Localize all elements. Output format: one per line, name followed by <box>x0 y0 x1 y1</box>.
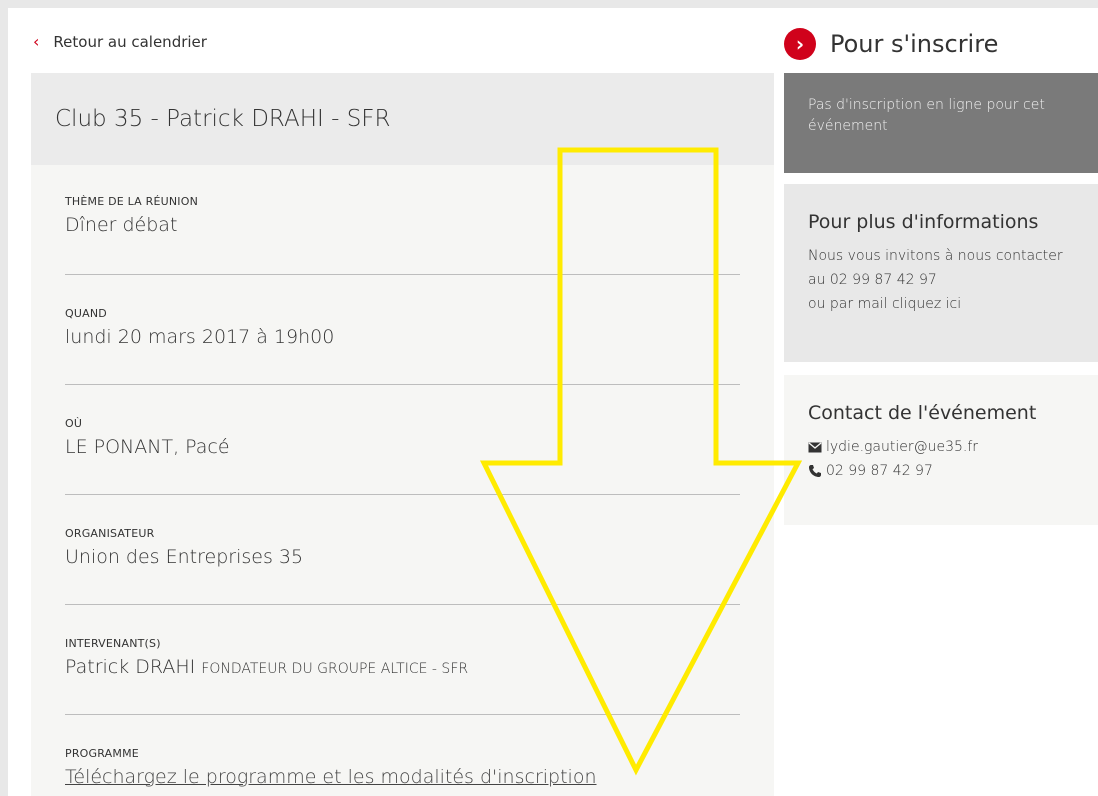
field-label: PROGRAMME <box>65 747 139 760</box>
event-header: Club 35 - Patrick DRAHI - SFR <box>31 73 774 165</box>
field-label: QUAND <box>65 307 107 320</box>
event-title: Club 35 - Patrick DRAHI - SFR <box>55 106 391 132</box>
field-label: OÙ <box>65 417 83 430</box>
field-where: OÙ LE PONANT, Pacé <box>65 385 740 495</box>
field-value: Dîner débat <box>65 214 178 236</box>
field-when: QUAND lundi 20 mars 2017 à 19h00 <box>65 275 740 385</box>
phone-icon <box>809 465 821 477</box>
event-details-card: Club 35 - Patrick DRAHI - SFR THÈME DE L… <box>31 73 774 796</box>
more-info-phone: au 02 99 87 42 97 <box>808 272 937 288</box>
register-title: Pour s'inscrire <box>830 30 999 58</box>
field-label: THÈME DE LA RÉUNION <box>65 195 199 208</box>
event-contact-box: Contact de l'événement lydie.gautier@ue3… <box>784 375 1098 525</box>
speaker-name: Patrick DRAHI <box>65 656 196 678</box>
speaker-role: FONDATEUR DU GROUPE ALTICE - SFR <box>201 661 469 677</box>
chevron-left-icon: ‹ <box>33 32 40 51</box>
back-link-label: Retour au calendrier <box>53 32 207 51</box>
field-label: ORGANISATEUR <box>65 527 155 540</box>
field-organizer: ORGANISATEUR Union des Entreprises 35 <box>65 495 740 605</box>
field-value: Patrick DRAHI FONDATEUR DU GROUPE ALTICE… <box>65 656 740 678</box>
event-fields: THÈME DE LA RÉUNION Dîner débat QUAND lu… <box>31 165 774 796</box>
chevron-right-circle-icon: › <box>784 28 816 60</box>
event-page: ‹ Retour au calendrier Club 35 - Patrick… <box>8 8 1098 796</box>
envelope-icon <box>808 441 822 452</box>
event-contact-title: Contact de l'événement <box>808 402 1037 424</box>
no-online-registration-text: Pas d'inscription en ligne pour cet évén… <box>808 97 1045 134</box>
more-info-box: Pour plus d'informations Nous vous invit… <box>784 184 1098 362</box>
field-theme: THÈME DE LA RÉUNION Dîner débat <box>65 165 740 275</box>
register-heading: › Pour s'inscrire <box>784 28 998 60</box>
field-program: PROGRAMME Téléchargez le programme et le… <box>65 715 740 796</box>
more-info-line: Nous vous invitons à nous contacter <box>808 248 1063 264</box>
field-label: INTERVENANT(S) <box>65 637 161 650</box>
back-to-calendar-link[interactable]: ‹ Retour au calendrier <box>33 32 207 51</box>
field-value: LE PONANT, Pacé <box>65 436 230 458</box>
download-program-link[interactable]: Téléchargez le programme et les modalité… <box>65 766 597 788</box>
no-online-registration-box: Pas d'inscription en ligne pour cet évén… <box>784 73 1098 173</box>
contact-phone-row[interactable]: 02 99 87 42 97 <box>808 459 1098 483</box>
more-info-title: Pour plus d'informations <box>808 211 1039 233</box>
field-value: Union des Entreprises 35 <box>65 546 304 568</box>
contact-phone: 02 99 87 42 97 <box>826 463 933 479</box>
more-info-mail-link[interactable]: ou par mail cliquez ici <box>808 292 1098 316</box>
field-speakers: INTERVENANT(S) Patrick DRAHI FONDATEUR D… <box>65 605 740 715</box>
field-value: lundi 20 mars 2017 à 19h00 <box>65 326 335 348</box>
contact-email-row[interactable]: lydie.gautier@ue35.fr <box>808 435 1098 459</box>
contact-email: lydie.gautier@ue35.fr <box>826 439 979 455</box>
